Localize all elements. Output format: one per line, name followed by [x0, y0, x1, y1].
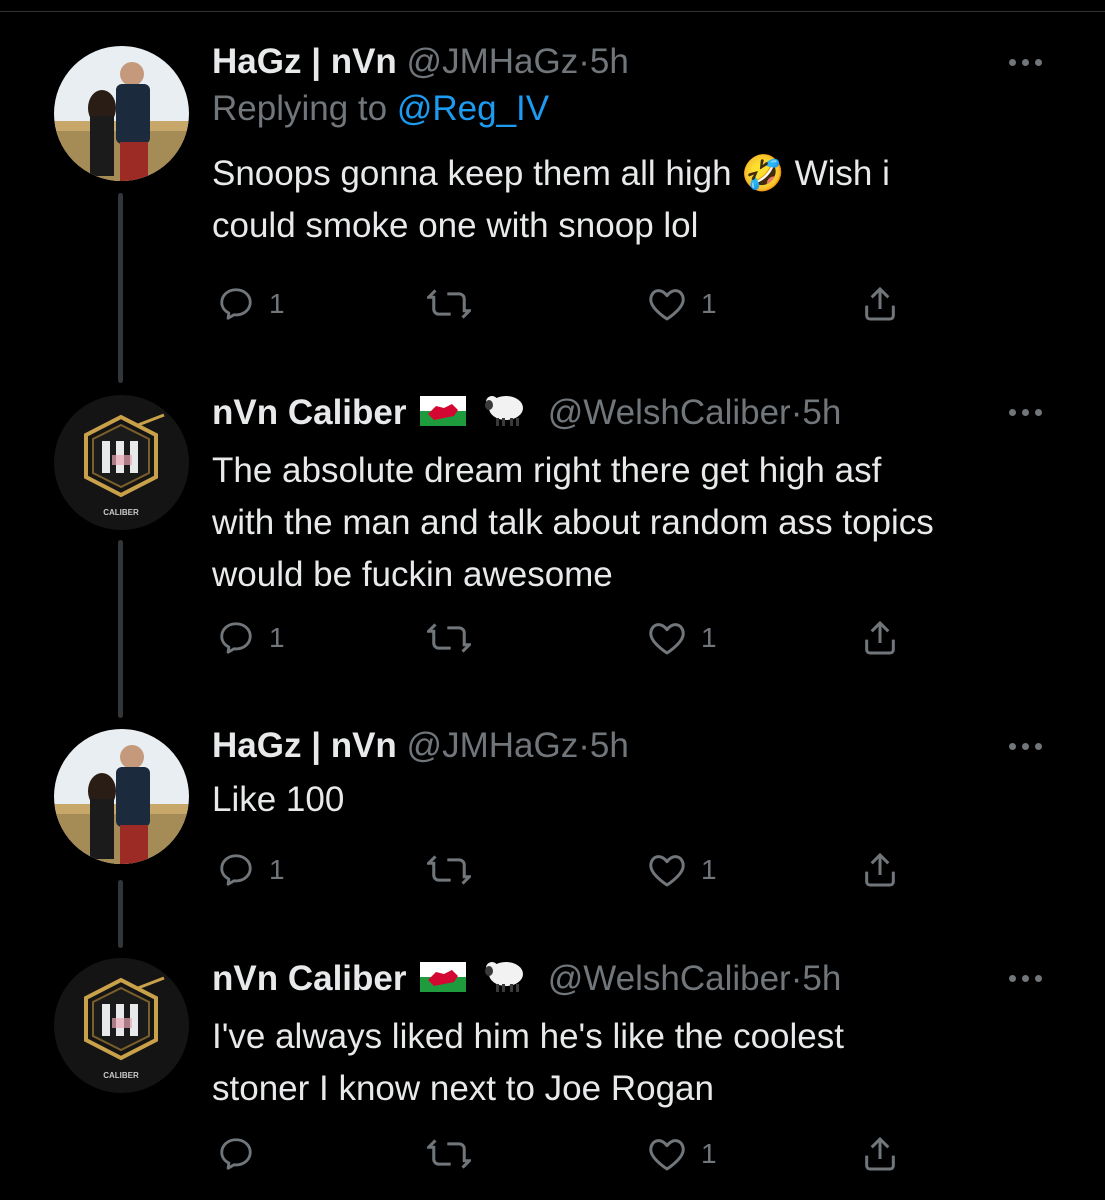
like-count: 1: [701, 288, 717, 319]
handle[interactable]: @JMHaGz: [407, 726, 579, 765]
reply-icon: [217, 1135, 255, 1173]
reply-button[interactable]: 1: [217, 282, 285, 326]
like-icon: [647, 851, 687, 889]
retweet-button[interactable]: [427, 616, 485, 660]
like-button[interactable]: 1: [647, 1132, 717, 1176]
more-icon[interactable]: [1003, 968, 1047, 988]
like-count: 1: [701, 854, 717, 885]
thread-line: [118, 540, 123, 718]
separator: ·: [578, 42, 590, 81]
more-icon[interactable]: [1003, 402, 1047, 422]
more-icon[interactable]: [1003, 736, 1047, 756]
action-bar: 1 1: [212, 848, 912, 892]
tweet-header: nVn Caliber @WelshCaliber·5h: [212, 390, 1045, 439]
action-bar: 1 1: [212, 616, 912, 660]
like-icon: [647, 285, 687, 323]
avatar-hagz[interactable]: [54, 46, 189, 181]
reply-button[interactable]: [217, 1132, 269, 1176]
retweet-button[interactable]: [427, 848, 485, 892]
retweet-button[interactable]: [427, 282, 485, 326]
replying-to: Replying to @Reg_IV: [212, 84, 1045, 134]
separator: ·: [790, 958, 803, 998]
tweet-text: The absolute dream right there get high …: [212, 445, 1045, 601]
reply-button[interactable]: 1: [217, 848, 285, 892]
share-icon: [860, 284, 900, 324]
tweet-text-line: The absolute dream right there get high …: [212, 451, 882, 490]
tweet-text: Like 100: [212, 774, 1045, 826]
tweet-text-line: stoner I know next to Joe Rogan: [212, 1069, 714, 1108]
reply-count: 1: [269, 288, 285, 319]
like-count: 1: [701, 1138, 717, 1169]
display-name[interactable]: HaGz | nVn: [212, 42, 397, 81]
reply-count: 1: [269, 854, 285, 885]
share-button[interactable]: [860, 282, 900, 326]
tweet-text-line: could smoke one with snoop lol: [212, 206, 699, 245]
like-button[interactable]: 1: [647, 616, 717, 660]
avatar-caliber[interactable]: CALIBER: [54, 958, 189, 1093]
tweet-text-line: would be fuckin awesome: [212, 555, 613, 594]
like-button[interactable]: 1: [647, 848, 717, 892]
action-bar: 1: [212, 1132, 912, 1176]
tweet-text-line: Snoops gonna keep them all high 🤣 Wish i: [212, 154, 890, 193]
top-divider: [0, 11, 1105, 12]
retweet-icon: [427, 285, 471, 323]
replying-to-prefix: Replying to: [212, 89, 397, 128]
action-bar: 1 1: [212, 282, 912, 326]
thread-line: [118, 880, 123, 948]
avatar-label: CALIBER: [103, 508, 139, 517]
tweet-header: HaGz | nVn @JMHaGz·5h: [212, 40, 1045, 84]
share-button[interactable]: [860, 616, 900, 660]
tweet-text: I've always liked him he's like the cool…: [212, 1011, 1045, 1115]
reply-count: 1: [269, 622, 285, 653]
tweet-header: HaGz | nVn @JMHaGz·5h: [212, 724, 1045, 768]
like-button[interactable]: 1: [647, 282, 717, 326]
tweet-text: Snoops gonna keep them all high 🤣 Wish i…: [212, 148, 1045, 252]
avatar-caliber[interactable]: CALIBER: [54, 395, 189, 530]
thread-line: [118, 193, 123, 383]
display-name[interactable]: nVn Caliber: [212, 959, 406, 998]
display-name[interactable]: HaGz | nVn: [212, 726, 397, 765]
timestamp[interactable]: 5h: [802, 959, 841, 998]
timestamp[interactable]: 5h: [802, 393, 841, 432]
retweet-button[interactable]: [427, 1132, 485, 1176]
share-icon: [860, 618, 900, 658]
sheep-icon: [480, 956, 530, 1005]
wales-flag-icon: [420, 393, 467, 437]
tweet-text-line: with the man and talk about random ass t…: [212, 503, 934, 542]
handle[interactable]: @JMHaGz: [407, 42, 579, 81]
retweet-icon: [427, 1135, 471, 1173]
like-count: 1: [701, 622, 717, 653]
sheep-icon: [480, 390, 530, 439]
tweet-text-line: I've always liked him he's like the cool…: [212, 1017, 844, 1056]
wales-flag-icon: [420, 959, 467, 1003]
separator: ·: [578, 726, 590, 765]
reply-icon: [217, 285, 255, 323]
handle[interactable]: @WelshCaliber: [548, 393, 791, 432]
reply-button[interactable]: 1: [217, 616, 285, 660]
share-icon: [860, 1134, 900, 1174]
reply-icon: [217, 851, 255, 889]
retweet-icon: [427, 619, 471, 657]
like-icon: [647, 619, 687, 657]
share-button[interactable]: [860, 1132, 900, 1176]
separator: ·: [790, 392, 803, 432]
retweet-icon: [427, 851, 471, 889]
tweet-text-line: Like 100: [212, 780, 345, 819]
share-icon: [860, 850, 900, 890]
more-icon[interactable]: [1003, 52, 1047, 72]
avatar-hagz[interactable]: [54, 729, 189, 864]
mention-link[interactable]: @Reg_IV: [397, 89, 549, 128]
handle[interactable]: @WelshCaliber: [548, 959, 791, 998]
like-icon: [647, 1135, 687, 1173]
reply-icon: [217, 619, 255, 657]
display-name[interactable]: nVn Caliber: [212, 393, 406, 432]
share-button[interactable]: [860, 848, 900, 892]
timestamp[interactable]: 5h: [590, 42, 629, 81]
avatar-label: CALIBER: [103, 1071, 139, 1080]
timestamp[interactable]: 5h: [590, 726, 629, 765]
tweet-header: nVn Caliber @WelshCaliber·5h: [212, 956, 1045, 1005]
